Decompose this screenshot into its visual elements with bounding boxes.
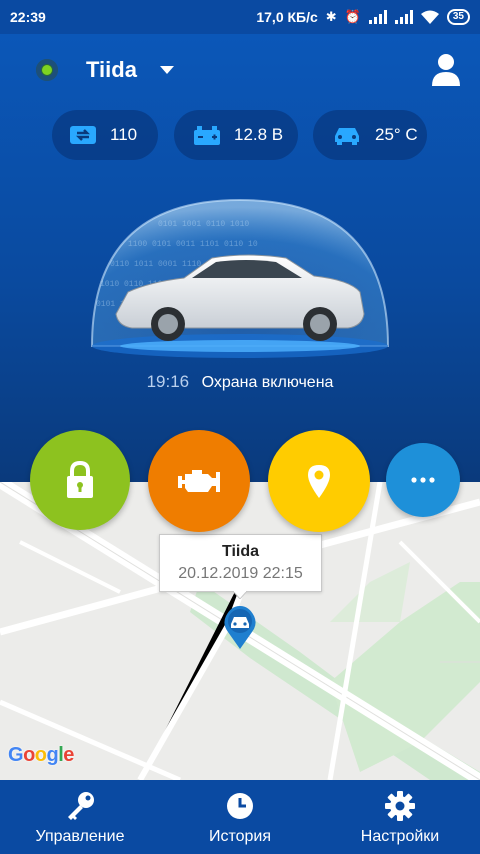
car-selector-name[interactable]: Tiida [86,57,137,83]
engine-hours-icon [70,126,96,144]
status-chips: 110 12.8 В 25° C [0,110,480,160]
signal-icon-2 [394,10,413,24]
key-icon [68,792,94,820]
google-logo: Google [8,744,74,766]
gear-icon [385,791,415,821]
callout-pointer [233,591,247,599]
status-time: 22:39 [10,9,46,25]
more-actions-button[interactable] [386,443,460,517]
svg-text:1100 0101 0011 1101 0110 10: 1100 0101 0011 1101 0110 10 [128,240,258,249]
security-status-text: Охрана включена [201,374,334,391]
clock-icon [227,793,253,819]
temperature-value: 25° C [375,125,418,144]
location-pin-icon [308,465,330,498]
chevron-down-icon[interactable] [160,66,174,74]
engine-hours-chip[interactable]: 110 [52,110,158,160]
callout-title: Tiida [221,543,260,560]
alarm-icon: ⏰ [344,9,361,24]
engine-hours-value: 110 [110,125,138,144]
signal-icon [368,10,387,24]
callout-datetime: 20.12.2019 22:15 [178,565,303,582]
car-map-marker-icon[interactable] [222,604,258,650]
engine-start-button[interactable] [148,430,250,532]
network-speed: 17,0 КБ/с [256,9,318,25]
battery-indicator: 35 [446,9,470,25]
nav-label-history: История [208,828,272,845]
nav-item-history[interactable]: История [160,780,320,854]
nav-item-settings[interactable]: Настройки [320,780,480,854]
engine-icon [178,470,220,492]
nav-label-control: Управление [35,828,125,845]
status-indicators: 17,0 КБ/с ✱ ⏰ 35 [256,9,470,25]
profile-icon[interactable] [430,52,462,88]
lock-icon [67,461,93,498]
bluetooth-icon: ✱ [325,9,337,24]
map-callout[interactable]: Tiida 20.12.2019 22:15 [159,534,322,592]
nav-label-settings: Настройки [360,828,440,845]
svg-text:0101 1001 0110 1010: 0101 1001 0110 1010 [158,220,249,229]
battery-icon [194,126,220,145]
lock-button[interactable] [30,430,130,530]
battery-voltage-value: 12.8 В [234,125,284,144]
security-status: 19:16 Охрана включена [0,372,480,392]
online-indicator [36,59,58,81]
header: Tiida [0,50,480,94]
status-bar: 22:39 17,0 КБ/с ✱ ⏰ 35 [0,0,480,34]
security-status-time: 19:16 [146,372,190,391]
locate-car-button[interactable] [268,430,370,532]
bottom-navigation: Управление История Настройки [0,780,480,854]
temperature-chip[interactable]: 25° C [313,110,427,160]
battery-chip[interactable]: 12.8 В [174,110,298,160]
car-dome-illustration: 0101 1001 0110 1010 1100 0101 0011 1101 … [90,198,390,358]
nav-item-control[interactable]: Управление [0,780,160,854]
wifi-icon [420,10,439,24]
car-temperature-icon [335,128,359,145]
more-icon [411,477,435,483]
car-security-dome: 0101 1001 0110 1010 1100 0101 0011 1101 … [88,196,392,360]
